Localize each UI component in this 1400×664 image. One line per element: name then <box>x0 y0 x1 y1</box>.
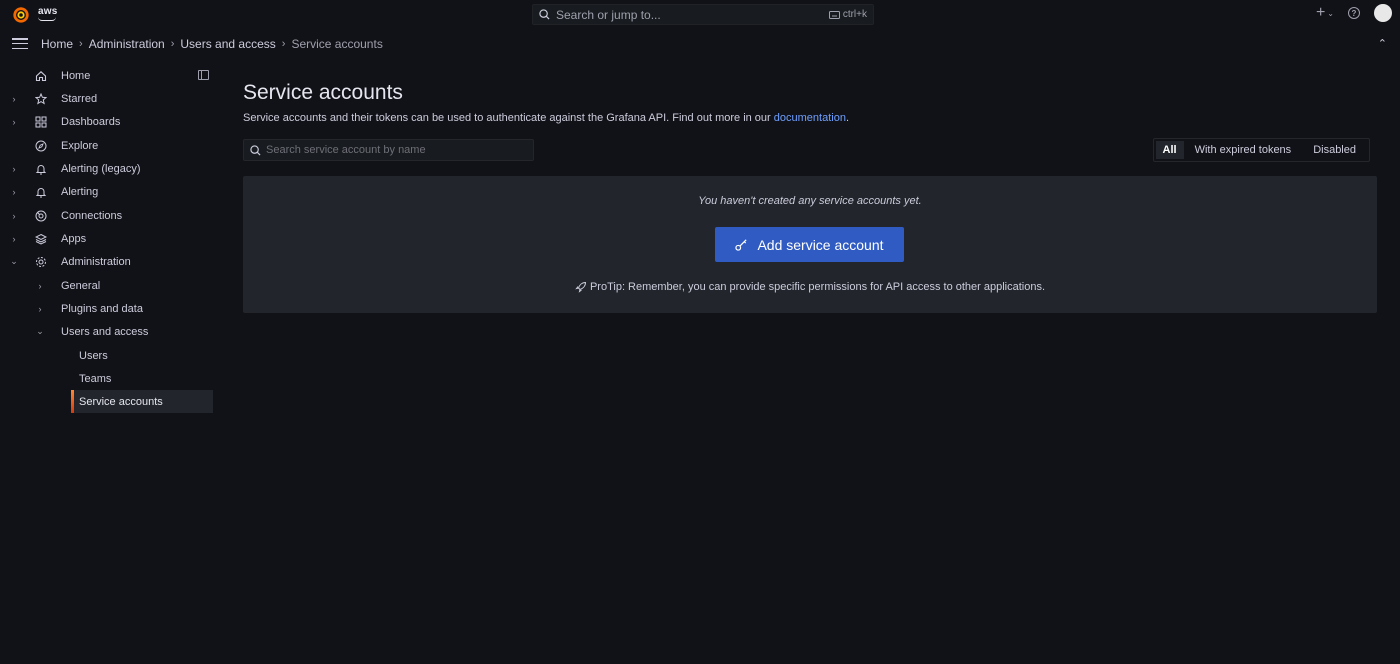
plus-icon: + <box>1315 4 1326 21</box>
sidebar-item-service-accounts[interactable]: Service accounts <box>71 390 213 413</box>
keyboard-icon <box>828 10 840 19</box>
sidebar-item-teams[interactable]: Teams <box>0 367 213 390</box>
connections-icon <box>34 209 47 222</box>
sidebar-item-plugins-and-data[interactable]: › Plugins and data <box>0 297 213 320</box>
sidebar-item-label: Alerting (legacy) <box>61 162 141 175</box>
search-icon <box>539 9 550 20</box>
grafana-logo[interactable] <box>12 6 30 24</box>
chevron-right-icon[interactable]: › <box>10 94 18 104</box>
chevron-right-icon[interactable]: › <box>10 234 18 244</box>
chevron-right-icon: › <box>281 38 286 50</box>
aws-brand: aws <box>38 6 58 17</box>
chevron-right-icon[interactable]: › <box>10 117 18 127</box>
top-bar: aws Search or jump to... ctrl+k + ⌄ ? <box>0 0 1400 29</box>
user-avatar[interactable] <box>1374 4 1392 22</box>
description-text: Service accounts and their tokens can be… <box>243 112 774 124</box>
breadcrumb-bar: Home › Administration › Users and access… <box>0 29 1400 58</box>
chevron-down-icon[interactable]: ⌄ <box>36 326 44 337</box>
menu-icon[interactable] <box>12 38 28 49</box>
sidebar-item-apps[interactable]: › Apps <box>0 227 213 250</box>
compass-icon <box>34 139 47 152</box>
chevron-right-icon[interactable]: › <box>36 304 44 314</box>
aws-smile-icon <box>38 17 56 21</box>
layers-icon <box>34 232 47 245</box>
page-description: Service accounts and their tokens can be… <box>243 112 849 124</box>
sidebar-item-connections[interactable]: › Connections <box>0 204 213 227</box>
key-icon <box>735 239 748 251</box>
breadcrumb-administration[interactable]: Administration <box>89 37 165 51</box>
sidebar-item-explore[interactable]: Explore <box>0 134 213 157</box>
sidebar-item-label: Apps <box>61 232 87 245</box>
sidebar-item-label: Teams <box>79 372 112 385</box>
chevron-down-icon[interactable]: ⌄ <box>10 256 18 267</box>
sidebar-item-label: Dashboards <box>61 115 121 128</box>
help-icon[interactable]: ? <box>1348 7 1360 19</box>
shortcut-label: ctrl+k <box>842 9 867 20</box>
protip-text: ProTip: Remember, you can provide specif… <box>589 281 1046 293</box>
sidebar-item-general[interactable]: › General <box>0 274 213 297</box>
search-placeholder: Search service account by name <box>266 144 426 156</box>
page-title: Service accounts <box>243 81 403 104</box>
sidebar-item-label: Administration <box>61 255 131 268</box>
breadcrumb-home[interactable]: Home <box>41 37 73 51</box>
sidebar-item-alerting[interactable]: › Alerting <box>0 180 213 203</box>
chevron-right-icon[interactable]: › <box>10 211 18 221</box>
sidebar-item-alerting-legacy[interactable]: › Alerting (legacy) <box>0 157 213 180</box>
sidebar-item-label: Users <box>79 349 108 362</box>
keyboard-shortcut: ctrl+k <box>828 9 867 20</box>
sidebar-item-label: Plugins and data <box>61 302 143 315</box>
sidebar-item-starred[interactable]: › Starred <box>0 87 213 110</box>
cog-icon <box>34 255 47 268</box>
add-service-account-label: Add service account <box>757 236 884 253</box>
empty-state-panel: You haven't created any service accounts… <box>243 176 1377 313</box>
sidebar-item-users[interactable]: Users <box>0 344 213 367</box>
sidebar-item-label: Users and access <box>61 325 149 338</box>
sidebar-item-administration[interactable]: ⌄ Administration <box>0 250 213 273</box>
chevron-right-icon[interactable]: › <box>10 164 18 174</box>
chevron-down-icon: ⌄ <box>1327 8 1334 18</box>
filter-with-expired-tokens[interactable]: With expired tokens <box>1184 141 1303 159</box>
chevron-right-icon[interactable]: › <box>36 281 44 291</box>
description-suffix: . <box>845 112 850 124</box>
sidebar-item-label: Service accounts <box>79 395 163 408</box>
bell-icon <box>34 185 47 198</box>
service-account-search-input[interactable]: Search service account by name <box>243 139 534 161</box>
chevron-right-icon[interactable]: › <box>10 187 18 197</box>
documentation-link[interactable]: documentation <box>774 112 846 124</box>
top-right-actions: + ⌄ ? <box>1316 4 1392 22</box>
sidebar-item-home[interactable]: Home <box>0 64 213 87</box>
breadcrumb-users-and-access[interactable]: Users and access <box>180 37 275 51</box>
filter-disabled[interactable]: Disabled <box>1302 141 1367 159</box>
sidebar-item-dashboards[interactable]: › Dashboards <box>0 110 213 133</box>
global-search-placeholder: Search or jump to... <box>556 7 661 22</box>
sidebar-item-label: Connections <box>61 209 123 222</box>
chevron-up-icon[interactable]: ⌃ <box>1378 37 1387 50</box>
sidebar-item-label: Explore <box>61 139 99 152</box>
add-service-account-button[interactable]: Add service account <box>715 227 904 262</box>
chevron-right-icon: › <box>79 38 83 50</box>
sidebar-item-label: Starred <box>61 92 98 105</box>
chevron-right-icon: › <box>170 38 175 50</box>
sidebar-item-label: General <box>61 279 101 292</box>
sidebar-item-label: Home <box>61 69 91 82</box>
home-icon <box>34 69 47 82</box>
search-icon <box>250 144 261 156</box>
sidebar: Home › Starred › Dashboards Explore › Al… <box>0 64 222 664</box>
empty-state-message: You haven't created any service accounts… <box>698 195 922 207</box>
sidebar-item-users-and-access[interactable]: ⌄ Users and access <box>0 320 213 343</box>
sidebar-item-label: Alerting <box>61 185 99 198</box>
new-button[interactable]: + ⌄ <box>1316 4 1334 22</box>
protip: ProTip: Remember, you can provide specif… <box>243 281 1377 293</box>
filter-radio-group: All With expired tokens Disabled <box>1152 138 1370 162</box>
global-search[interactable]: Search or jump to... ctrl+k <box>532 4 874 25</box>
apps-grid-icon <box>34 115 47 128</box>
breadcrumb: Home › Administration › Users and access… <box>41 37 383 51</box>
star-icon <box>34 92 47 105</box>
rocket-icon <box>575 281 586 293</box>
bell-icon <box>34 162 47 175</box>
breadcrumb-service-accounts: Service accounts <box>291 37 383 51</box>
filter-all[interactable]: All <box>1155 141 1184 159</box>
